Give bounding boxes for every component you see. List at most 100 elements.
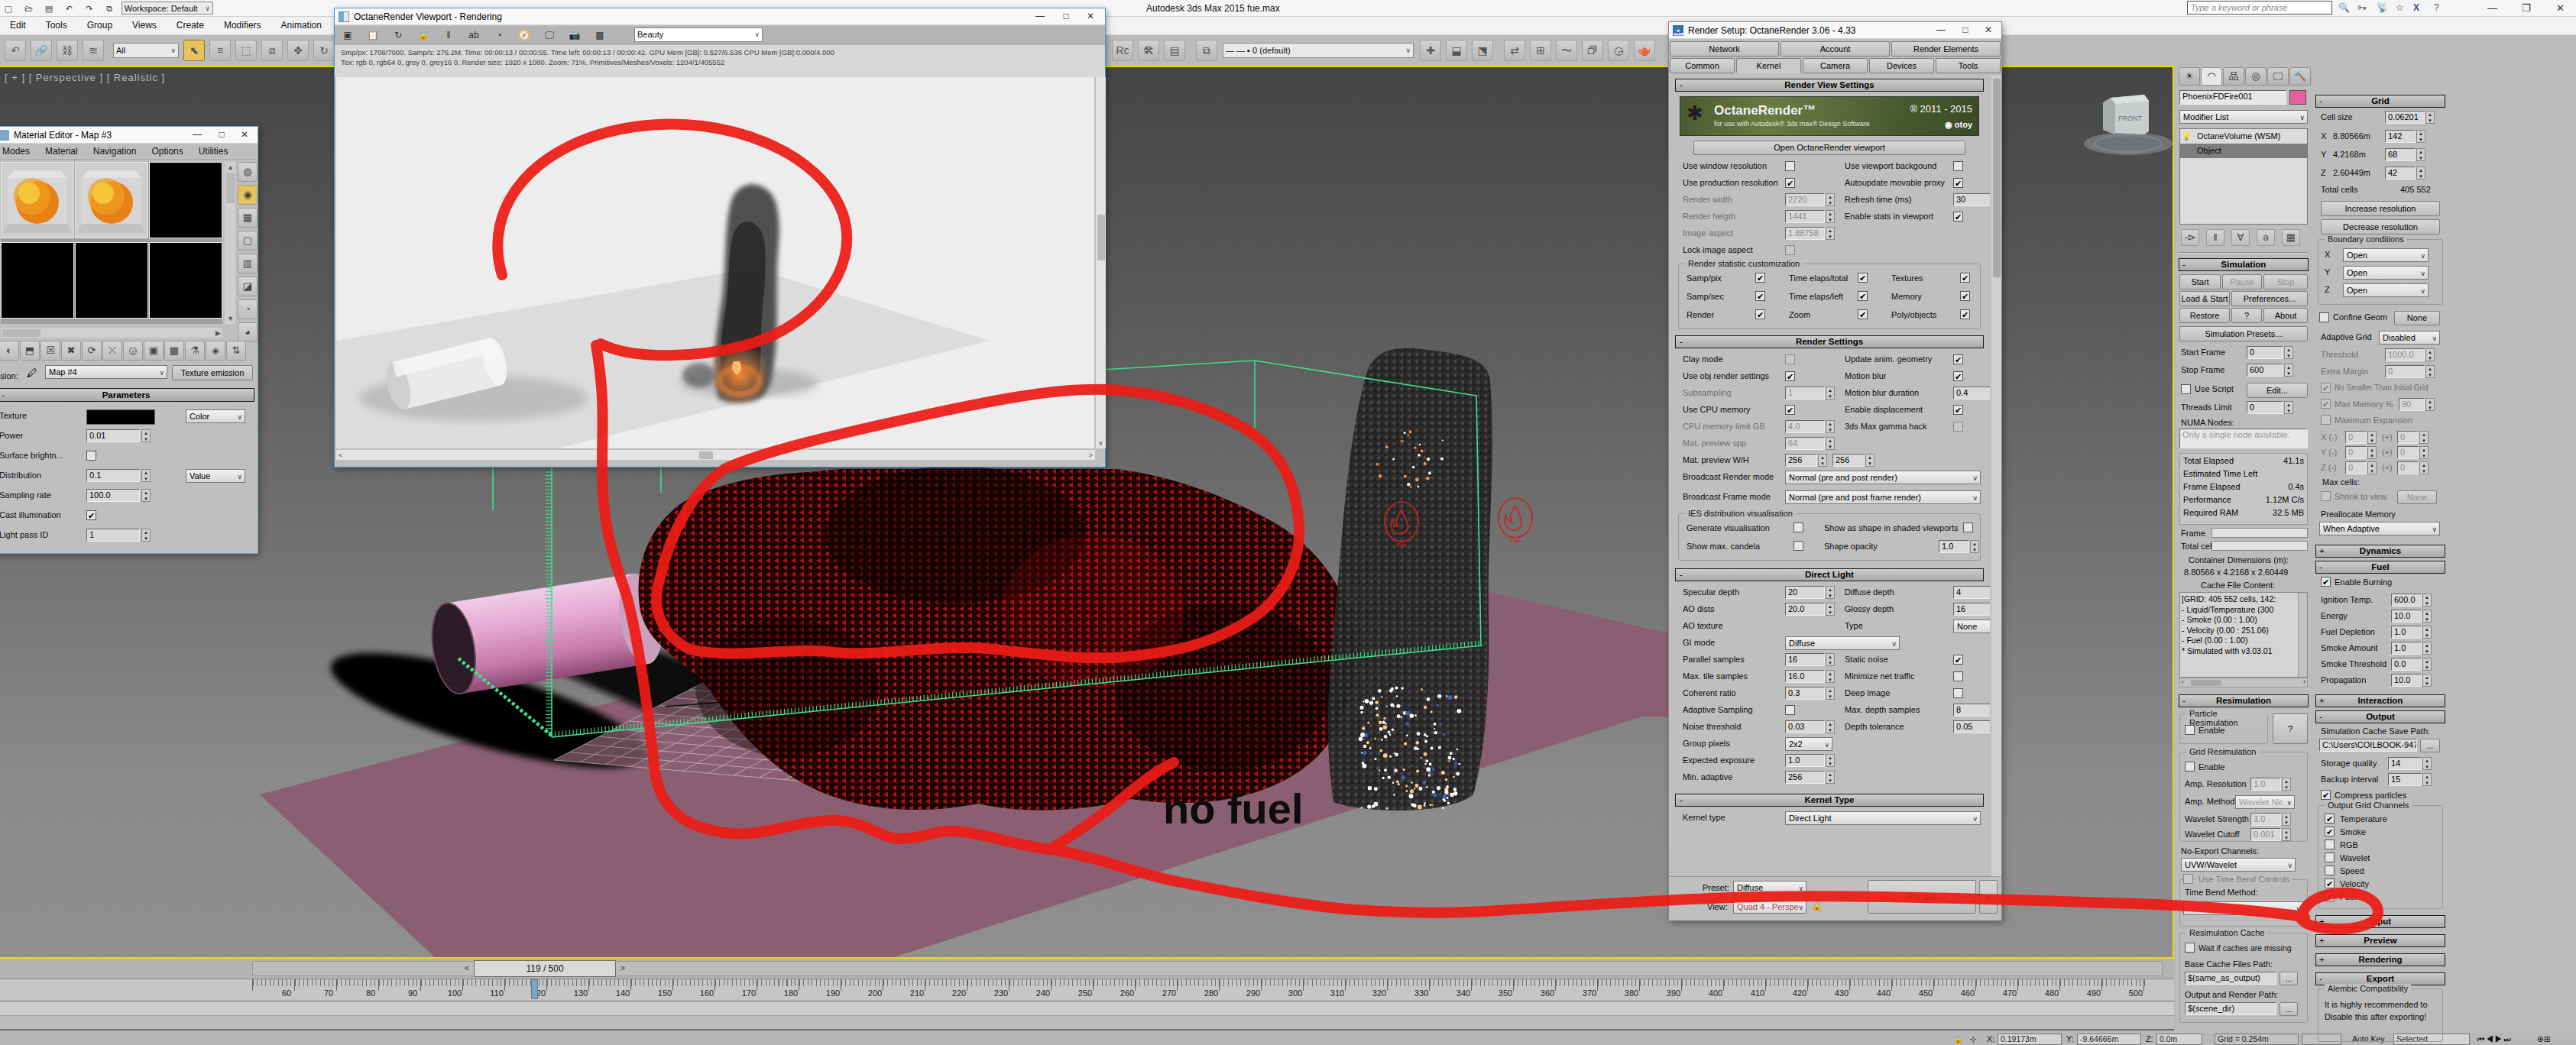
outpath-field[interactable]: $(scene_dir) bbox=[2185, 1002, 2276, 1015]
menu-modifiers[interactable]: Modifiers bbox=[214, 17, 271, 34]
expand-y-field[interactable]: 0 bbox=[2345, 446, 2367, 459]
preset-dropdown[interactable]: Diffuse bbox=[1733, 881, 1806, 895]
rs-tab-kernel[interactable]: Kernel bbox=[1736, 58, 1801, 73]
timebend-checkbox[interactable] bbox=[2183, 874, 2193, 884]
param-field-sampling-rate[interactable]: 100.0 bbox=[86, 489, 140, 502]
rollout-preview[interactable]: Preview+ bbox=[2315, 934, 2445, 947]
stack-tool-0[interactable]: -⊳ bbox=[2181, 229, 2199, 246]
channel-wavelet-checkbox[interactable] bbox=[2325, 852, 2335, 862]
fuel-energy-spinner[interactable] bbox=[2422, 610, 2432, 623]
expand-z-field[interactable]: 0 bbox=[2345, 461, 2367, 474]
maximize-icon[interactable]: □ bbox=[210, 127, 233, 143]
schematic-icon[interactable]: 🗇 bbox=[1582, 40, 1603, 61]
rollout-direct-light[interactable]: Direct Light- bbox=[1675, 568, 1984, 581]
rs-close-icon[interactable]: ✕ bbox=[1977, 22, 2000, 38]
material-editor-titlebar[interactable]: Material Editor - Map #3 — □ ✕ bbox=[0, 127, 258, 144]
rs-image-aspect-spinner[interactable] bbox=[1826, 227, 1835, 240]
fuel-smoke-threshold-spinner[interactable] bbox=[2422, 658, 2432, 671]
rs-cpu-memory-limit-gb-spinner[interactable] bbox=[1826, 420, 1835, 433]
select-object-icon[interactable]: ⬉ bbox=[183, 40, 205, 61]
selection-filter-dropdown[interactable]: All bbox=[113, 43, 179, 58]
rollout-grid[interactable]: Grid- bbox=[2315, 95, 2445, 108]
fuel-fuel-depletion-spinner[interactable] bbox=[2422, 626, 2432, 639]
rs-stat-samp-pix-checkbox[interactable] bbox=[1755, 273, 1765, 283]
expand-z-plus-field[interactable]: 0 bbox=[2397, 461, 2419, 474]
boundary-z-dropdown[interactable]: Open bbox=[2343, 283, 2429, 297]
view-dropdown[interactable]: Quad 4 - Perspe bbox=[1733, 900, 1806, 914]
fuel-ignition-temp-field[interactable]: 600.0 bbox=[2391, 594, 2422, 607]
amp-resolution-spinner[interactable] bbox=[2282, 778, 2291, 791]
rollout-kernel-type[interactable]: Kernel Type- bbox=[1675, 794, 1984, 807]
me-btool-11[interactable]: ⇅ bbox=[226, 341, 246, 361]
octane-close-icon[interactable]: ✕ bbox=[1079, 8, 1102, 24]
rs-noise-threshold-field[interactable]: 0.03 bbox=[1785, 720, 1825, 733]
stop-frame-field[interactable]: 600 bbox=[2247, 364, 2283, 377]
ies-shape-opacity-spinner[interactable] bbox=[1970, 540, 1979, 553]
confine-none-button[interactable]: None bbox=[2394, 311, 2440, 325]
rollout-resimulation[interactable]: Resimulation- bbox=[2179, 694, 2309, 707]
object-color-swatch[interactable] bbox=[2289, 90, 2306, 105]
material-slot[interactable] bbox=[1, 242, 74, 319]
rs-max-depth-samples-field[interactable]: 8 bbox=[1953, 704, 1990, 717]
expand-z-spinner[interactable] bbox=[2367, 461, 2377, 474]
fuel-fuel-depletion-field[interactable]: 1.0 bbox=[2391, 626, 2422, 639]
rs-mat-preview-w-h-spinner2[interactable] bbox=[1865, 454, 1874, 467]
tab-display[interactable]: 🖵 bbox=[2267, 67, 2289, 86]
key-icon[interactable]: 🗝 bbox=[2357, 2, 2367, 13]
me-menu-modes[interactable]: Modes bbox=[0, 144, 37, 159]
align-icon[interactable]: ⊞ bbox=[1530, 40, 1551, 61]
rs-use-production-resolution-checkbox[interactable] bbox=[1785, 178, 1795, 188]
me-btool-7[interactable]: ▣ bbox=[144, 341, 164, 361]
increase-resolution-button[interactable]: Increase resolution bbox=[2321, 201, 2440, 216]
z-coordinate-field[interactable]: 0.0m bbox=[2156, 1034, 2202, 1045]
rollout-render-view-settings[interactable]: Render View Settings- bbox=[1675, 79, 1984, 92]
material-editor-icon[interactable]: ◶ bbox=[1608, 40, 1629, 61]
savepath-browse-button[interactable]: ... bbox=[2420, 739, 2440, 752]
shrink-checkbox[interactable] bbox=[2321, 491, 2331, 501]
rs-ao-dists-spinner[interactable] bbox=[1826, 603, 1835, 616]
rs-expected-exposure-field[interactable]: 1.0 bbox=[1785, 754, 1825, 767]
me-tool-2[interactable]: ▦ bbox=[238, 208, 258, 228]
particle-enable-checkbox[interactable] bbox=[2185, 725, 2195, 735]
search-input[interactable]: Type a keyword or phrase bbox=[2187, 1, 2332, 15]
rs-tab-common[interactable]: Common bbox=[1670, 58, 1735, 73]
timebend-method-dropdown[interactable]: General-Purpose bbox=[2183, 901, 2304, 915]
bind-spacewarp-icon[interactable]: ≋ bbox=[83, 40, 104, 61]
rs-depth-tolerance-field[interactable]: 0.05 bbox=[1953, 720, 1990, 733]
axis-z-spinner[interactable] bbox=[2416, 167, 2425, 180]
me-tool-4[interactable]: ▥ bbox=[238, 254, 258, 273]
wavelet-strength-spinner[interactable] bbox=[2282, 813, 2291, 826]
me-btool-9[interactable]: ⚗ bbox=[185, 341, 205, 361]
expand-y-plus-spinner[interactable] bbox=[2419, 446, 2429, 459]
rs-mat-preview-w-h-field[interactable]: 256 bbox=[1785, 454, 1817, 467]
render-setup-icon[interactable]: 🫖 bbox=[1634, 40, 1655, 61]
axis-z-field[interactable]: 42 bbox=[2385, 167, 2416, 180]
basecache-field[interactable]: $(same_as_output) bbox=[2185, 972, 2276, 985]
coord-mode-icon[interactable]: ⊹ bbox=[1970, 1034, 1977, 1043]
backup-interval-spinner[interactable] bbox=[2422, 773, 2432, 786]
expand-y-spinner[interactable] bbox=[2367, 446, 2377, 459]
rs-group-pixels-dropdown[interactable]: 2x2 bbox=[1785, 737, 1832, 751]
channel-fuel-checkbox[interactable] bbox=[2325, 891, 2335, 901]
unlink-icon[interactable]: ⛓ bbox=[57, 40, 78, 61]
close-icon[interactable]: ✕ bbox=[233, 127, 256, 143]
compress-particles-checkbox[interactable] bbox=[2321, 790, 2331, 800]
search-icon[interactable]: 🔍 bbox=[2338, 2, 2350, 13]
rs-glossy-depth-field[interactable]: 16 bbox=[1953, 603, 1990, 616]
parameters-rollout[interactable]: -Parameters bbox=[0, 388, 254, 402]
me-btool-5[interactable]: ⤬ bbox=[102, 341, 122, 361]
rs-adaptive-sampling-checkbox[interactable] bbox=[1785, 705, 1795, 715]
rs-min-adaptive-field[interactable]: 256 bbox=[1785, 771, 1825, 784]
threads-limit-field[interactable]: 0 bbox=[2247, 401, 2283, 414]
layer-dropdown[interactable]: — — ▪ 0 (default) bbox=[1223, 43, 1414, 58]
fuel-propagation-spinner[interactable] bbox=[2422, 674, 2432, 687]
move-icon[interactable]: ✥ bbox=[287, 40, 309, 61]
scene-icon[interactable]: ⧉ bbox=[102, 2, 116, 15]
rs-mat-preview-w-h-field2[interactable]: 256 bbox=[1832, 454, 1865, 467]
menu-views[interactable]: Views bbox=[122, 17, 167, 34]
menu-edit[interactable]: Edit bbox=[0, 17, 36, 34]
ies-show-as-shape-in-shaded-viewports-checkbox[interactable] bbox=[1963, 522, 1973, 532]
rs-coherent-ratio-spinner[interactable] bbox=[1826, 687, 1835, 700]
slots-vscrollbar[interactable]: ▲▼ bbox=[224, 162, 235, 324]
ies-show-max-candela-checkbox[interactable] bbox=[1793, 541, 1803, 551]
